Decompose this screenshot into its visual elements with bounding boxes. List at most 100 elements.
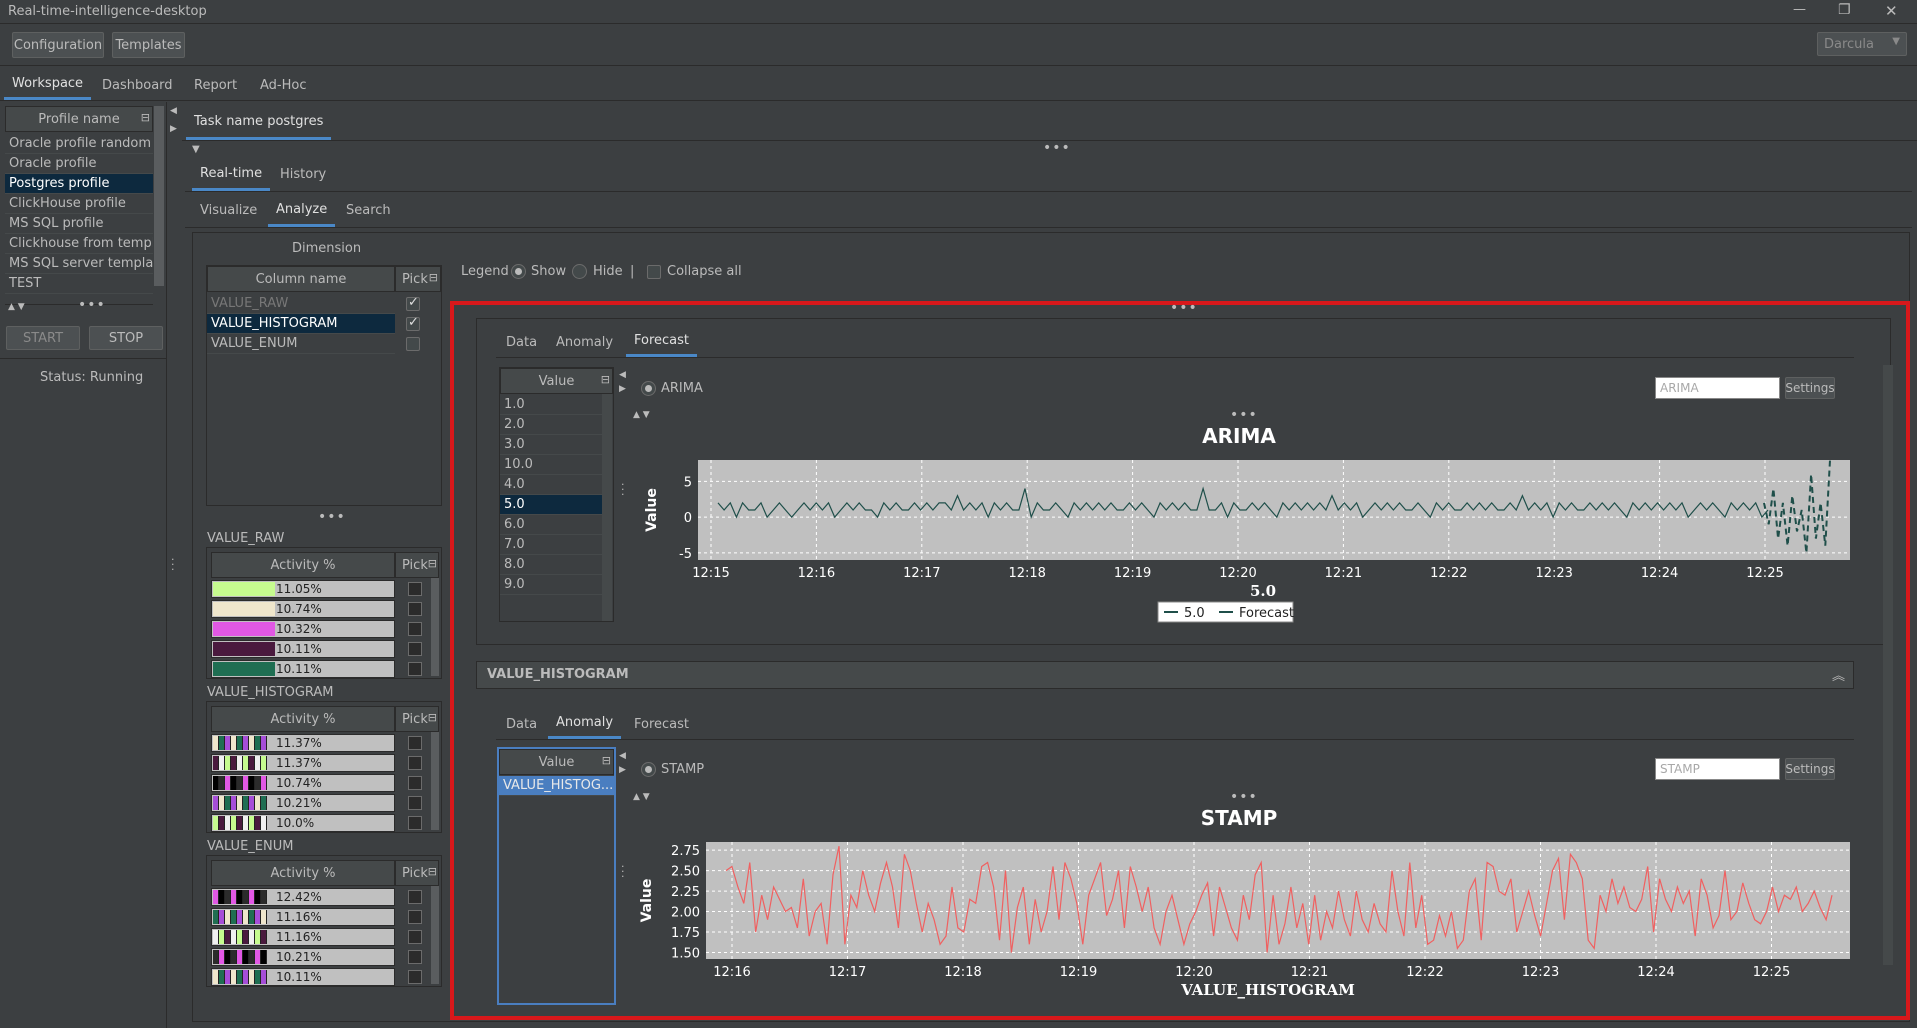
restore-icon[interactable]: ❐ bbox=[1838, 2, 1851, 18]
arima-input[interactable]: ARIMA bbox=[1655, 377, 1780, 399]
pick-checkbox[interactable] bbox=[408, 602, 422, 616]
panel1-tab-data[interactable]: Data bbox=[498, 327, 545, 357]
pick-checkbox[interactable] bbox=[408, 970, 422, 984]
pick-checkbox[interactable] bbox=[406, 315, 420, 331]
panel2-chart-dots-icon[interactable]: ••• bbox=[1230, 789, 1258, 805]
activity-row[interactable]: 10.11% bbox=[211, 660, 395, 678]
value-row[interactable]: 8.0 bbox=[500, 555, 602, 575]
pick-checkbox[interactable] bbox=[408, 890, 422, 904]
tab-report[interactable]: Report bbox=[186, 70, 245, 100]
profile-table-header[interactable]: Profile name ⊟ bbox=[5, 106, 153, 132]
value-row[interactable]: 4.0 bbox=[500, 475, 602, 495]
close-icon[interactable]: ✕ bbox=[1885, 2, 1898, 20]
panel2-tab-anomaly[interactable]: Anomaly bbox=[548, 709, 622, 739]
templates-button[interactable]: Templates bbox=[112, 32, 185, 58]
stamp-label[interactable]: STAMP bbox=[661, 762, 704, 777]
activity-row[interactable]: 10.32% bbox=[211, 620, 395, 638]
value-row[interactable]: 7.0 bbox=[500, 535, 602, 555]
dimension-row[interactable]: VALUE_HISTOGRAM bbox=[207, 314, 395, 334]
theme-select[interactable]: Darcula ▼ bbox=[1817, 32, 1907, 56]
panel2-value-header[interactable]: Value ⊟ bbox=[499, 749, 614, 775]
pick-checkbox[interactable] bbox=[406, 337, 420, 351]
pick-checkbox[interactable] bbox=[408, 756, 422, 770]
minimize-icon[interactable]: — bbox=[1793, 2, 1806, 17]
legend-show-label[interactable]: Show bbox=[531, 264, 566, 279]
panel1-expand-icon[interactable]: ◀ ▶ bbox=[619, 368, 626, 396]
list-item[interactable]: Postgres profile bbox=[5, 174, 153, 194]
table-options-icon[interactable]: ⊟ bbox=[428, 865, 437, 878]
expand-right-icon[interactable]: ▶ bbox=[170, 124, 177, 134]
arima-radio[interactable] bbox=[641, 381, 656, 396]
pick-checkbox[interactable] bbox=[408, 736, 422, 750]
panel1-chart-arrows-icon[interactable]: ▲ ▼ bbox=[633, 410, 650, 420]
pick-header[interactable]: Pick ⊟ bbox=[395, 552, 439, 578]
value-row[interactable]: 2.0 bbox=[500, 415, 602, 435]
activity-scrollbar[interactable] bbox=[431, 578, 439, 676]
activity-row[interactable]: 11.16% bbox=[211, 928, 395, 946]
table-options-icon[interactable]: ⊟ bbox=[428, 711, 437, 724]
activity-scrollbar[interactable] bbox=[431, 886, 439, 984]
activity-row[interactable]: 11.16% bbox=[211, 908, 395, 926]
splitter-grip-icon[interactable]: · · · bbox=[171, 554, 175, 575]
activity-row[interactable]: 10.21% bbox=[211, 948, 395, 966]
activity-header[interactable]: Activity % bbox=[211, 552, 395, 578]
activity-row[interactable]: 11.37% bbox=[211, 754, 395, 772]
activity-row[interactable]: 12.42% bbox=[211, 888, 395, 906]
activity-row[interactable]: 10.11% bbox=[211, 640, 395, 658]
pick-checkbox[interactable] bbox=[408, 930, 422, 944]
stamp-input[interactable]: STAMP bbox=[1655, 758, 1780, 780]
stamp-radio[interactable] bbox=[641, 762, 656, 777]
panel2-tab-data[interactable]: Data bbox=[498, 709, 545, 739]
table-options-icon[interactable]: ⊟ bbox=[601, 373, 610, 386]
collapse-all-checkbox[interactable] bbox=[647, 265, 661, 279]
charts-scrollbar[interactable] bbox=[1883, 365, 1893, 965]
table-options-icon[interactable]: ⊟ bbox=[428, 557, 437, 570]
list-item[interactable]: Oracle profile random bbox=[5, 134, 153, 154]
arima-label[interactable]: ARIMA bbox=[661, 381, 703, 396]
pick-checkbox[interactable] bbox=[408, 662, 422, 676]
value-row[interactable]: 10.0 bbox=[500, 455, 602, 475]
list-item[interactable]: TEST bbox=[5, 274, 153, 294]
pick-checkbox[interactable] bbox=[408, 582, 422, 596]
tab-task-postgres[interactable]: Task name postgres bbox=[186, 106, 332, 140]
tab-search[interactable]: Search bbox=[338, 194, 399, 227]
tab-dashboard[interactable]: Dashboard bbox=[94, 70, 181, 100]
activity-row[interactable]: 10.11% bbox=[211, 968, 395, 986]
column-name-header[interactable]: Column name bbox=[207, 266, 395, 292]
stamp-settings-button[interactable]: Settings bbox=[1785, 758, 1835, 780]
activity-row[interactable]: 10.74% bbox=[211, 600, 395, 618]
profile-scrollbar[interactable] bbox=[154, 106, 164, 286]
panel2-chart-arrows-icon[interactable]: ▲ ▼ bbox=[633, 792, 650, 802]
dimension-row[interactable]: VALUE_ENUM bbox=[207, 334, 395, 354]
table-options-icon[interactable]: ⊟ bbox=[602, 754, 611, 767]
pick-checkbox[interactable] bbox=[408, 796, 422, 810]
value-row[interactable]: 3.0 bbox=[500, 435, 602, 455]
arima-settings-button[interactable]: Settings bbox=[1785, 377, 1835, 399]
panel2-grip-icon[interactable]: · · · bbox=[621, 861, 625, 882]
collapse-left-icon[interactable]: ◀ bbox=[170, 106, 177, 116]
scroll-arrows-icon[interactable]: ▲ ▼ bbox=[8, 302, 25, 312]
list-item[interactable]: MS SQL profile bbox=[5, 214, 153, 234]
table-options-icon[interactable]: ⊟ bbox=[429, 271, 438, 284]
tab-workspace[interactable]: Workspace bbox=[4, 70, 92, 100]
activity-row[interactable]: 11.37% bbox=[211, 734, 395, 752]
pick-header[interactable]: Pick ⊟ bbox=[395, 860, 439, 886]
legend-hide-radio[interactable] bbox=[572, 264, 587, 279]
stop-button[interactable]: STOP bbox=[89, 326, 163, 350]
panel1-tab-forecast[interactable]: Forecast bbox=[626, 327, 698, 357]
dimension-row[interactable]: VALUE_RAW bbox=[207, 294, 395, 314]
pick-header[interactable]: Pick ⊟ bbox=[395, 706, 439, 732]
left-splitter[interactable]: ◀ ▶ · · · bbox=[167, 102, 181, 1028]
collapse-all-label[interactable]: Collapse all bbox=[667, 264, 742, 279]
panel2-expand-icon[interactable]: ◀ ▶ bbox=[619, 749, 626, 777]
value-row[interactable]: 1.0 bbox=[500, 395, 602, 415]
panel1-value-scroll[interactable] bbox=[602, 394, 612, 621]
tab-ad-hoc[interactable]: Ad-Hoc bbox=[252, 70, 314, 100]
more-dots-icon[interactable]: ••• bbox=[78, 297, 106, 313]
activity-row[interactable]: 11.05% bbox=[211, 580, 395, 598]
tab-visualize[interactable]: Visualize bbox=[192, 194, 265, 227]
value-row[interactable]: VALUE_HISTOG... bbox=[499, 776, 614, 796]
task-more-dots-icon[interactable]: ••• bbox=[1043, 140, 1071, 156]
list-item[interactable]: Oracle profile bbox=[5, 154, 153, 174]
list-item[interactable]: ClickHouse profile bbox=[5, 194, 153, 214]
